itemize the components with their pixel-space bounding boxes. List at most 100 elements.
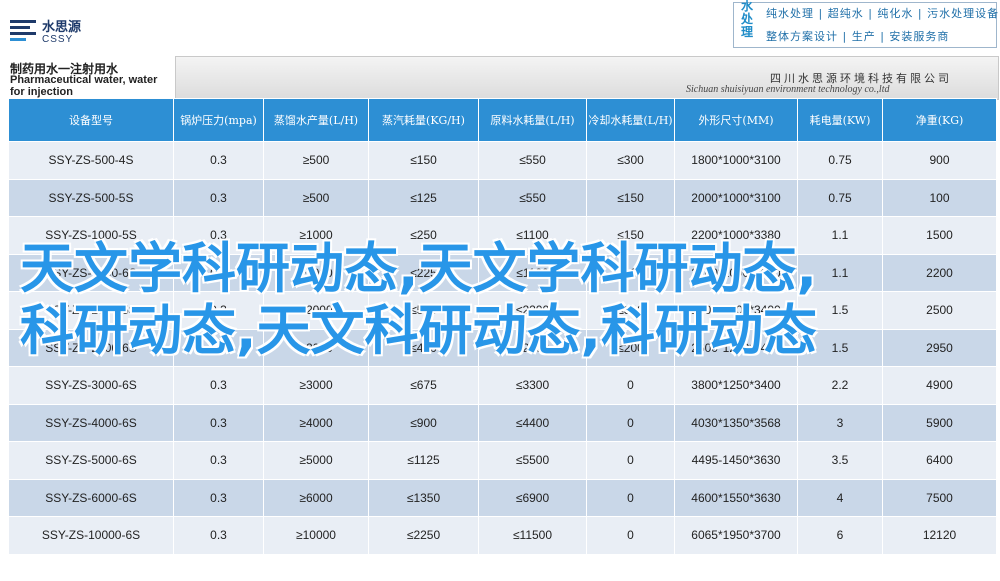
table-cell: 0.75 <box>797 178 883 217</box>
table-cell: 1800*1000*3100 <box>674 141 798 180</box>
slogan-vertical: 水处理 <box>740 0 753 39</box>
table-cell: 1.1 <box>797 216 883 255</box>
table-cell: 1.5 <box>797 328 883 367</box>
table-cell: ≤2250 <box>368 516 479 555</box>
table-cell: ≤1350 <box>368 478 479 517</box>
table-cell: 1.1 <box>797 253 883 292</box>
logo-name-en: CSSY <box>42 34 74 45</box>
table-cell: ≤150 <box>586 216 675 255</box>
table-cell: ≥2000 <box>263 328 369 367</box>
table-cell: 0.75 <box>797 141 883 180</box>
table-cell: ≤150 <box>368 141 479 180</box>
table-cell: 0.3 <box>173 516 264 555</box>
table-cell: 0.3 <box>173 253 264 292</box>
table-cell: SSY-ZS-2000-6S <box>8 328 174 367</box>
table-cell: 0 <box>586 441 675 480</box>
table-cell: ≥2000 <box>263 291 369 330</box>
company-logo: 水思源 CSSY <box>10 14 100 48</box>
table-cell: ≤300 <box>586 291 675 330</box>
table-cell: ≥5000 <box>263 441 369 480</box>
table-cell: ≥500 <box>263 141 369 180</box>
table-cell: 4 <box>797 478 883 517</box>
table-cell: SSY-ZS-500-5S <box>8 178 174 217</box>
table-cell: 0.3 <box>173 366 264 405</box>
table-cell: ≥1000 <box>263 253 369 292</box>
table-cell: 4600*1550*3630 <box>674 478 798 517</box>
table-row: SSY-ZS-5000-6S 0.3 ≥5000 ≤1125 ≤5500 0 4495-14… <box>8 441 997 480</box>
column-header: 原料水耗量(L/H) <box>478 98 587 142</box>
table-cell: 2950 <box>882 328 997 367</box>
table-cell: ≤675 <box>368 366 479 405</box>
table-cell: 7500 <box>882 478 997 517</box>
table-cell: SSY-ZS-2000-5S <box>8 291 174 330</box>
table-cell: 6 <box>797 516 883 555</box>
table-cell: ≤5500 <box>478 441 587 480</box>
company-name-en: Sichuan shuisiyuan environment technolog… <box>686 84 890 95</box>
table-cell: ≤2200 <box>478 291 587 330</box>
table-cell: ≥500 <box>263 178 369 217</box>
table-row: SSY-ZS-4000-6S 0.3 ≥4000 ≤900 ≤4400 0 4030*135… <box>8 403 997 442</box>
table-body: SSY-ZS-500-4S 0.3 ≥500 ≤150 ≤550 ≤300 1800*100… <box>8 141 997 555</box>
table-cell: 2600*1200*3400 <box>674 291 798 330</box>
table-cell: 12120 <box>882 516 997 555</box>
slogan-line-2: 整体方案设计 | 生产 | 安装服务商 <box>766 30 950 43</box>
table-cell: SSY-ZS-3000-6S <box>8 366 174 405</box>
table-cell: 0 <box>586 403 675 442</box>
table-cell: ≥4000 <box>263 403 369 442</box>
table-header-row: 设备型号 锅炉压力(mpa) 蒸馏水产量(L/H) 蒸汽耗量(KG/H) 原料水… <box>8 98 997 142</box>
table-cell: ≤300 <box>586 141 675 180</box>
table-cell: ≤550 <box>478 178 587 217</box>
table-cell: ≤500 <box>368 291 479 330</box>
table-row: SSY-ZS-500-5S 0.3 ≥500 ≤125 ≤550 ≤150 2000*100… <box>8 178 997 217</box>
table-cell: SSY-ZS-500-4S <box>8 141 174 180</box>
table-cell: ≥6000 <box>263 478 369 517</box>
logo-name-cn: 水思源 <box>42 20 82 35</box>
table-row: SSY-ZS-6000-6S 0.3 ≥6000 ≤1350 ≤6900 0 4600*15… <box>8 478 997 517</box>
table-cell: 2.2 <box>797 366 883 405</box>
table-cell: SSY-ZS-4000-6S <box>8 403 174 442</box>
table-row: SSY-ZS-2000-5S 0.3 ≥2000 ≤500 ≤2200 ≤300 2600*… <box>8 291 997 330</box>
table-cell: 2200*1000*3380 <box>674 216 798 255</box>
table-row: SSY-ZS-500-4S 0.3 ≥500 ≤150 ≤550 ≤300 1800*100… <box>8 141 997 180</box>
table-cell: ≤11500 <box>478 516 587 555</box>
table-cell: ≤200 <box>586 328 675 367</box>
table-cell: ≤2200 <box>478 328 587 367</box>
table-cell: ≤100 <box>586 253 675 292</box>
table-cell: 2200*1000*3380 <box>674 253 798 292</box>
water-logo-icon <box>10 20 36 41</box>
table-cell: ≤225 <box>368 253 479 292</box>
table-cell: 2200 <box>882 253 997 292</box>
table-cell: 3.5 <box>797 441 883 480</box>
product-title-en: Pharmaceutical water, water for injectio… <box>10 74 158 98</box>
table-cell: ≤3300 <box>478 366 587 405</box>
table-cell: ≤450 <box>368 328 479 367</box>
table-cell: 0.3 <box>173 403 264 442</box>
table-cell: 0.3 <box>173 178 264 217</box>
table-cell: SSY-ZS-1000-6S <box>8 253 174 292</box>
table-cell: ≤6900 <box>478 478 587 517</box>
table-cell: 2500 <box>882 291 997 330</box>
table-cell: 0.3 <box>173 141 264 180</box>
column-header: 设备型号 <box>8 98 174 142</box>
table-cell: 4900 <box>882 366 997 405</box>
table-cell: ≤125 <box>368 178 479 217</box>
table-cell: 2600*1200*3400 <box>674 328 798 367</box>
column-header: 净重(KG) <box>882 98 997 142</box>
table-cell: 0.3 <box>173 328 264 367</box>
table-cell: 0 <box>586 516 675 555</box>
table-cell: 2000*1000*3100 <box>674 178 798 217</box>
column-header: 耗电量(KW) <box>797 98 883 142</box>
table-cell: ≥1000 <box>263 216 369 255</box>
table-cell: 100 <box>882 178 997 217</box>
table-cell: 0.3 <box>173 441 264 480</box>
table-cell: 0.3 <box>173 478 264 517</box>
slogan-line-1: 纯水处理 | 超纯水 | 纯化水 | 污水处理设备 <box>766 7 1000 20</box>
table-cell: 0.3 <box>173 216 264 255</box>
table-cell: 6400 <box>882 441 997 480</box>
column-header: 蒸汽耗量(KG/H) <box>368 98 479 142</box>
table-row: SSY-ZS-1000-5S 0.3 ≥1000 ≤250 ≤1100 ≤150 2200*… <box>8 216 997 255</box>
table-cell: 1500 <box>882 216 997 255</box>
table-cell: ≥10000 <box>263 516 369 555</box>
table-cell: ≤1100 <box>478 216 587 255</box>
table-cell: 4030*1350*3568 <box>674 403 798 442</box>
